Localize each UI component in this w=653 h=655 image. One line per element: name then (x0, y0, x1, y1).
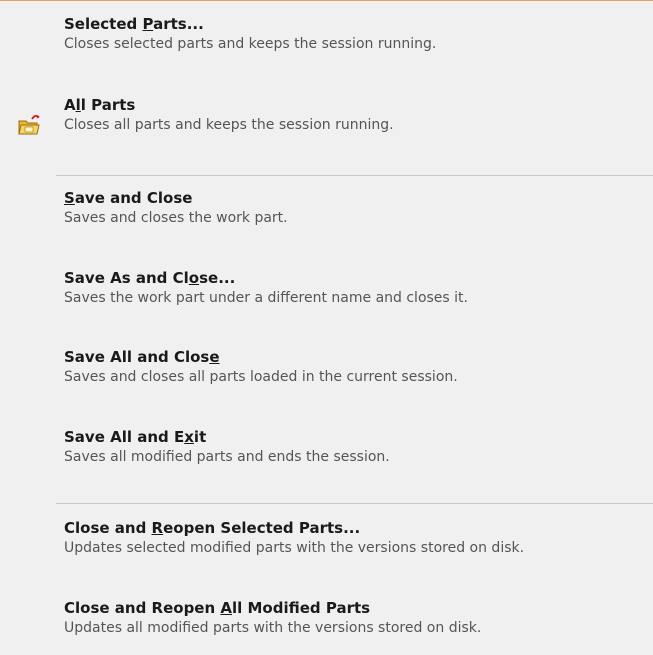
menu-item-description: Saves and closes all parts loaded in the… (64, 369, 458, 385)
menu-item-description: Saves the work part under a different na… (64, 290, 468, 306)
menu-item-all-parts[interactable]: All Parts Closes all parts and keeps the… (0, 95, 653, 135)
menu-item-title: All Parts (64, 96, 136, 114)
menu-item-title: Save All and Close (64, 348, 220, 366)
menu-item-title: Save and Close (64, 189, 193, 207)
menu-item-title: Close and Reopen All Modified Parts (64, 599, 371, 617)
menu-item-save-as-and-close[interactable]: Save As and Close... Saves the work part… (0, 268, 653, 308)
menu-separator (56, 503, 653, 504)
menu-item-description: Closes all parts and keeps the session r… (64, 117, 394, 133)
menu-item-description: Saves and closes the work part. (64, 210, 288, 226)
menu-item-description: Updates all modified parts with the vers… (64, 620, 482, 636)
menu-item-title: Save All and Exit (64, 428, 207, 446)
menu-item-save-all-and-close[interactable]: Save All and Close Saves and closes all … (0, 347, 653, 387)
menu-item-description: Updates selected modified parts with the… (64, 540, 525, 556)
menu-item-title: Selected Parts... (64, 15, 204, 33)
menu-item-selected-parts[interactable]: Selected Parts... Closes selected parts … (0, 14, 653, 54)
menu-item-save-all-and-exit[interactable]: Save All and Exit Saves all modified par… (0, 427, 653, 467)
menu-item-save-and-close[interactable]: Save and Close Saves and closes the work… (0, 188, 653, 228)
menu-item-close-and-reopen-selected[interactable]: Close and Reopen Selected Parts... Updat… (0, 518, 653, 558)
menu-item-title: Close and Reopen Selected Parts... (64, 519, 361, 537)
menu-item-description: Saves all modified parts and ends the se… (64, 449, 390, 465)
menu-separator (56, 175, 653, 176)
menu-item-title: Save As and Close... (64, 269, 236, 287)
menu-item-description: Closes selected parts and keeps the sess… (64, 36, 437, 52)
menu-top-border (0, 0, 653, 1)
menu-item-close-and-reopen-all-modified[interactable]: Close and Reopen All Modified Parts Upda… (0, 598, 653, 638)
